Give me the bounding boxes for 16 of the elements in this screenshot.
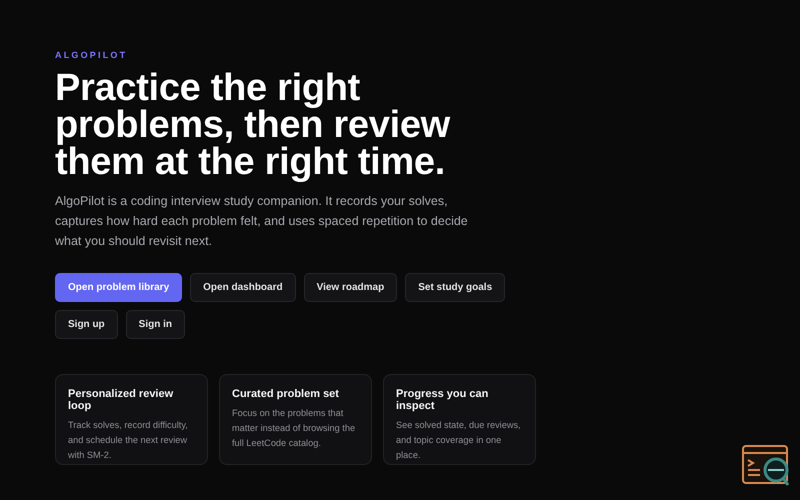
primary-button[interactable]: Open problem library [55, 273, 182, 302]
brand-name: ALGOPILOT [55, 50, 128, 60]
secondary-button[interactable]: Set study goals [405, 273, 506, 302]
description: AlgoPilot is a coding interview study companion. It records your solves, captures how hard each problem felt, and uses spaced repetition to decide what you should revisit next. [55, 193, 469, 250]
feature-title: Curated problem set [232, 388, 340, 400]
secondary-button[interactable]: Sign up [55, 310, 118, 339]
secondary-button[interactable]: View roadmap [304, 273, 398, 302]
feature-text: Track solves, record difficulty, and schedule the next review with SM-2. [68, 419, 189, 462]
code-search-icon[interactable] [742, 445, 790, 487]
feature-title: Personalized review loop [68, 388, 174, 412]
secondary-button[interactable]: Sign in [126, 310, 186, 339]
secondary-button[interactable]: Open dashboard [190, 273, 296, 302]
headline: Practice the right problems, then review them at the right time. [55, 70, 452, 181]
feature-title: Progress you can inspect [396, 388, 490, 412]
feature-text: Focus on the problems that matter instead of browsing the full LeetCode catalog. [232, 407, 356, 450]
feature-text: See solved state, due reviews, and topic coverage in one place. [396, 419, 522, 462]
